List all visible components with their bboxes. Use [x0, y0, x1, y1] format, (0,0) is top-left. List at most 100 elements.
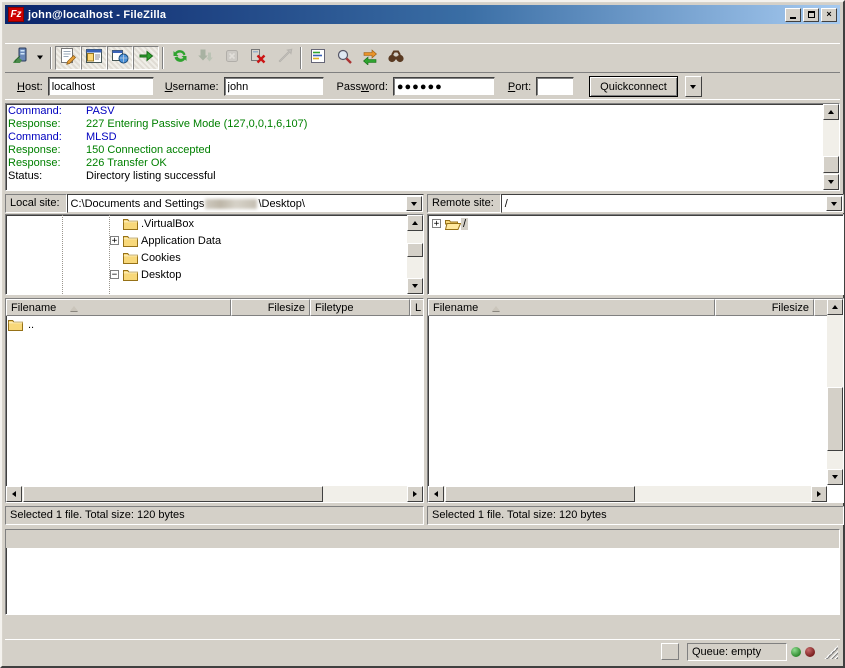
- local-tree: .VirtualBox+Application DataCookies−Desk…: [5, 214, 424, 295]
- titlebar[interactable]: Fz john@localhost - FileZilla ×: [5, 5, 840, 24]
- message-log: Command:PASVResponse:227 Entering Passiv…: [5, 103, 840, 191]
- app-icon: Fz: [8, 7, 24, 22]
- log-toggle-icon: [59, 47, 77, 68]
- remote-site-bar: Remote site: /: [427, 194, 844, 213]
- local-col-lastmodified[interactable]: L: [410, 299, 424, 316]
- password-input[interactable]: [393, 77, 495, 96]
- process-queue-button[interactable]: [193, 46, 219, 70]
- remote-list-vscrollbar[interactable]: [827, 299, 843, 485]
- toggle-local-tree-button[interactable]: [81, 46, 107, 70]
- local-selection-status: Selected 1 file. Total size: 120 bytes: [5, 506, 424, 525]
- remote-tree-item-[interactable]: +/: [432, 215, 843, 232]
- log-line-response: Response:150 Connection accepted: [8, 144, 837, 157]
- directory-filter-button[interactable]: [305, 46, 331, 70]
- compare-icon: [335, 47, 353, 68]
- synchronized-browsing-button[interactable]: [357, 46, 383, 70]
- toggle-message-log-button[interactable]: [55, 46, 81, 70]
- local-site-label: Local site:: [5, 194, 67, 213]
- host-input[interactable]: [48, 77, 154, 96]
- tree-expander-icon[interactable]: +: [110, 236, 119, 245]
- port-input[interactable]: [536, 77, 574, 96]
- remote-selection-status: Selected 1 file. Total size: 120 bytes: [427, 506, 844, 525]
- maximize-button[interactable]: [803, 8, 819, 22]
- queue-tabs: [5, 618, 840, 640]
- minimize-button[interactable]: [785, 8, 801, 22]
- local-list-header: Filename Filesize Filetype L: [6, 299, 423, 316]
- local-tree-item-cookies[interactable]: Cookies: [110, 249, 423, 266]
- local-tree-item-virtualbox[interactable]: .VirtualBox: [110, 215, 423, 232]
- site-manager-icon: [11, 47, 29, 68]
- menu-item-view[interactable]: [37, 32, 53, 36]
- remote-tree: +/: [427, 214, 844, 295]
- quickconnect-dropdown[interactable]: [685, 76, 702, 97]
- local-site-combo[interactable]: C:\Documents and Settings\Desktop\: [67, 194, 424, 213]
- reconnect-button[interactable]: [271, 46, 297, 70]
- remote-site-combo[interactable]: /: [501, 194, 844, 213]
- toggle-remote-tree-button[interactable]: [107, 46, 133, 70]
- find-icon: [387, 47, 405, 68]
- remote-list-header: Filename Filesize: [428, 299, 843, 316]
- menu-item-help[interactable]: [101, 32, 117, 36]
- local-site-combo-arrow[interactable]: [406, 196, 422, 211]
- ascii-datatype-icon: [661, 643, 679, 660]
- local-tree-item-desktop[interactable]: −Desktop: [110, 266, 423, 283]
- queue-header: [6, 530, 839, 548]
- queue-toggle-icon: [137, 47, 155, 68]
- remote-site-label: Remote site:: [427, 194, 501, 213]
- statusbar: Queue: empty: [5, 639, 840, 663]
- log-error-indicator-icon: [805, 647, 815, 657]
- remote-list-hscrollbar[interactable]: [428, 486, 827, 502]
- local-col-filename[interactable]: Filename: [6, 299, 231, 316]
- remote-site-combo-arrow[interactable]: [826, 196, 842, 211]
- refresh-icon: [171, 47, 189, 68]
- menu-item-file[interactable]: [5, 32, 21, 36]
- host-label: Host:: [17, 81, 43, 93]
- reconnect-icon: [275, 47, 293, 68]
- log-ok-indicator-icon: [791, 647, 801, 657]
- refresh-button[interactable]: [167, 46, 193, 70]
- queue-size-panel: Queue: empty: [687, 643, 787, 661]
- disconnect-icon: [249, 47, 267, 68]
- remote-col-filesize[interactable]: Filesize: [715, 299, 814, 316]
- log-scrollbar[interactable]: [823, 104, 839, 190]
- sort-asc-icon: [492, 302, 500, 311]
- disconnect-button[interactable]: [245, 46, 271, 70]
- local-tree-item-application-data[interactable]: +Application Data: [110, 232, 423, 249]
- remote-panes-icon: [111, 47, 129, 68]
- tree-expander-icon[interactable]: −: [110, 270, 119, 279]
- tree-expander-icon[interactable]: +: [432, 219, 441, 228]
- cancel-operation-button[interactable]: [219, 46, 245, 70]
- resize-grip[interactable]: [823, 644, 838, 659]
- site-manager-button[interactable]: [7, 46, 33, 70]
- directory-comparison-button[interactable]: [331, 46, 357, 70]
- menu-item-transfer[interactable]: [53, 32, 69, 36]
- ..[interactable]: ..: [6, 316, 423, 333]
- username-input[interactable]: [224, 77, 324, 96]
- separator[interactable]: [162, 47, 164, 69]
- folder-icon: [122, 251, 139, 264]
- close-button[interactable]: ×: [821, 8, 837, 22]
- log-line-response: Response:226 Transfer OK: [8, 157, 837, 170]
- local-col-filesize[interactable]: Filesize: [231, 299, 310, 316]
- separator[interactable]: [50, 47, 52, 69]
- log-line-response: Response:227 Entering Passive Mode (127,…: [8, 118, 837, 131]
- menu-item-edit[interactable]: [21, 32, 37, 36]
- toggle-queue-button[interactable]: [133, 46, 159, 70]
- redacted-username: [205, 199, 257, 209]
- sort-asc-icon: [70, 302, 78, 311]
- local-tree-scrollbar[interactable]: [407, 215, 423, 294]
- local-col-filetype[interactable]: Filetype: [310, 299, 410, 316]
- menu-item-server[interactable]: [69, 32, 85, 36]
- folder-icon: [122, 217, 139, 230]
- quickconnect-button[interactable]: Quickconnect: [589, 76, 678, 97]
- find-files-button[interactable]: [383, 46, 409, 70]
- site-manager-dropdown[interactable]: [33, 46, 47, 70]
- transfer-queue: [5, 529, 840, 615]
- remote-col-filename[interactable]: Filename: [428, 299, 715, 316]
- local-list-hscrollbar[interactable]: [6, 486, 423, 502]
- separator[interactable]: [300, 47, 302, 69]
- log-line-command: Command:MLSD: [8, 131, 837, 144]
- local-panes-icon: [85, 47, 103, 68]
- menu-item-bookmarks[interactable]: [85, 32, 101, 36]
- password-label: Password:: [337, 81, 388, 93]
